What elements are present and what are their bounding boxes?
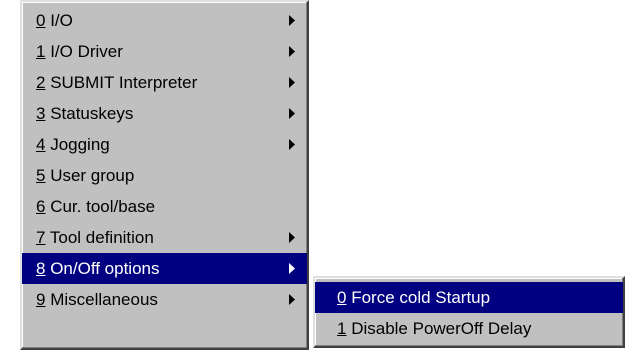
menu-item-jogging[interactable]: 4 Jogging xyxy=(22,129,307,160)
menu-item-label: I/O Driver xyxy=(45,42,123,61)
menu-item-label: SUBMIT Interpreter xyxy=(45,73,198,92)
menu-item-label: User group xyxy=(45,166,135,185)
menu-item-tool-definition[interactable]: 7 Tool definition xyxy=(22,222,307,253)
menu-item-label: I/O xyxy=(45,11,73,30)
submenu-arrow-icon xyxy=(287,284,297,315)
menu-item-on-off-options[interactable]: 8 On/Off options xyxy=(22,253,307,284)
submenu-arrow-icon xyxy=(287,222,297,253)
menu-item-label: Jogging xyxy=(45,135,110,154)
submenu-arrow-icon xyxy=(287,129,297,160)
menu-item-label: Cur. tool/base xyxy=(45,197,156,216)
menu-item-label: Statuskeys xyxy=(45,104,134,123)
submenu-arrow-icon xyxy=(287,98,297,129)
menu-item-force-cold-startup[interactable]: 0 Force cold Startup xyxy=(315,282,623,313)
submenu-arrow-icon xyxy=(287,5,297,36)
menu-item-submit-interpreter[interactable]: 2 SUBMIT Interpreter xyxy=(22,67,307,98)
menu-item-miscellaneous[interactable]: 9 Miscellaneous xyxy=(22,284,307,315)
submenu-arrow-icon xyxy=(287,253,297,284)
menu-item-label: Tool definition xyxy=(45,228,154,247)
main-context-menu: 0 I/O 1 I/O Driver 2 SUBMIT Interpreter … xyxy=(20,0,309,350)
on-off-options-submenu: 0 Force cold Startup 1 Disable PowerOff … xyxy=(313,276,625,348)
menu-item-statuskeys[interactable]: 3 Statuskeys xyxy=(22,98,307,129)
menu-item-cur-tool-base[interactable]: 6 Cur. tool/base xyxy=(22,191,307,222)
menu-item-label: Disable PowerOff Delay xyxy=(346,319,532,338)
menu-item-label: Miscellaneous xyxy=(45,290,158,309)
menu-item-label: On/Off options xyxy=(45,259,160,278)
menu-item-label: Force cold Startup xyxy=(346,288,491,307)
menu-item-disable-poweroff-delay[interactable]: 1 Disable PowerOff Delay xyxy=(315,313,623,344)
menu-item-user-group[interactable]: 5 User group xyxy=(22,160,307,191)
menu-item-io[interactable]: 0 I/O xyxy=(22,5,307,36)
menu-item-io-driver[interactable]: 1 I/O Driver xyxy=(22,36,307,67)
submenu-arrow-icon xyxy=(287,36,297,67)
submenu-arrow-icon xyxy=(287,67,297,98)
